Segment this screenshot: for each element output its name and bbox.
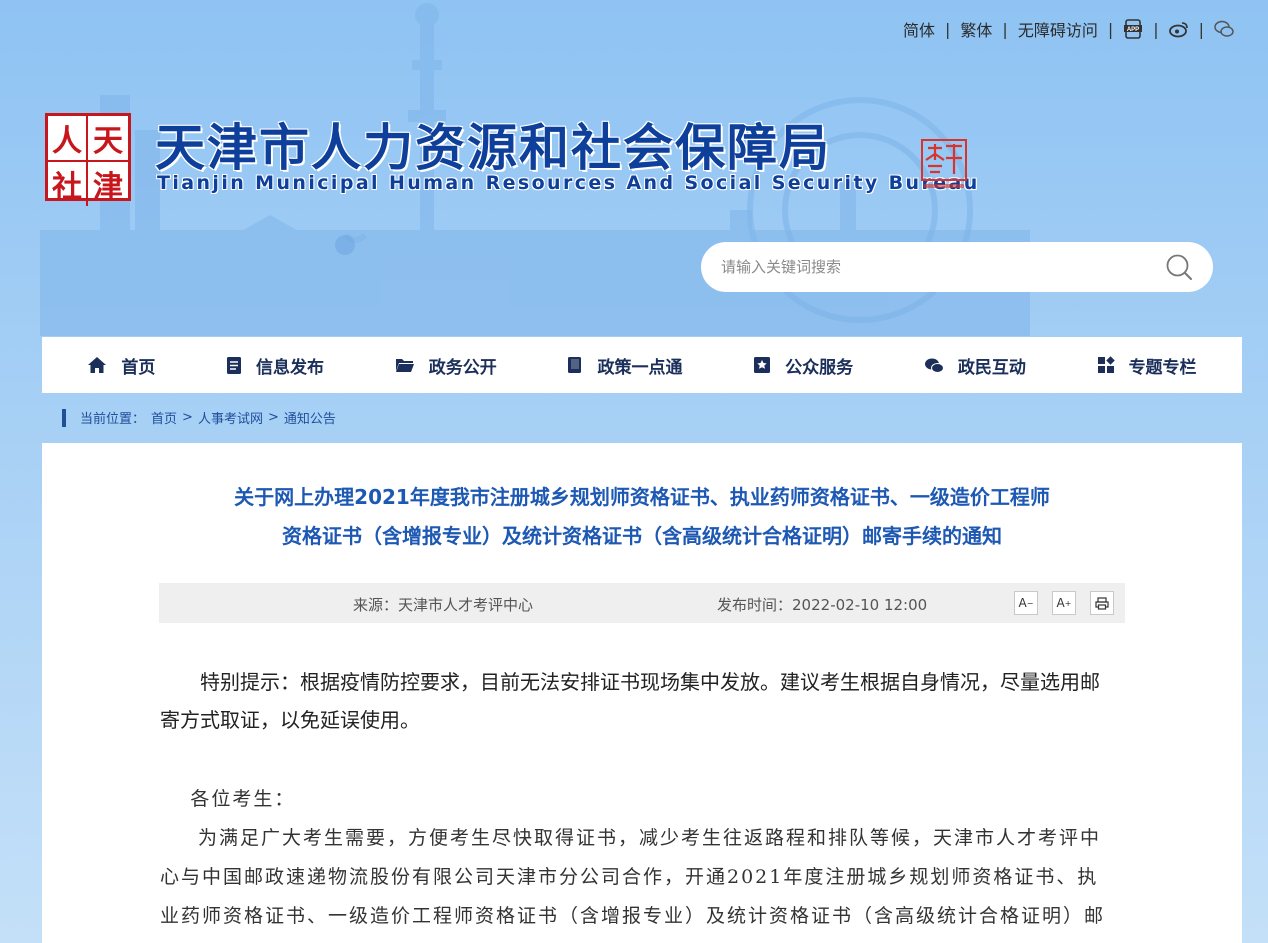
chat-icon xyxy=(924,358,944,373)
article-title-line: 关于网上办理2021年度我市注册城乡规划师资格证书、执业药师资格证书、一级造价工… xyxy=(234,485,1050,509)
print-button[interactable] xyxy=(1090,591,1114,615)
article-meta-bar: 来源：天津市人才考评中心 发布时间：2022-02-10 12:00 A − A + xyxy=(159,583,1125,623)
service-icon xyxy=(754,357,771,373)
font-increase-button[interactable]: A + xyxy=(1052,591,1076,615)
app-icon[interactable]: APP xyxy=(1123,19,1143,39)
greeting: 各位考生： xyxy=(190,788,296,810)
article-title: 关于网上办理2021年度我市注册城乡规划师资格证书、执业药师资格证书、一级造价工… xyxy=(42,478,1242,556)
nav-item-interaction[interactable]: 政民互动 xyxy=(924,353,1026,378)
time-value: 2022-02-10 12:00 xyxy=(792,596,928,614)
divider: | xyxy=(945,19,951,39)
nav-item-policy[interactable]: 政策一点通 xyxy=(567,353,682,378)
article-title-line: 资格证书（含增报专业）及统计资格证书（含高级统计合格证明）邮寄手续的通知 xyxy=(282,524,1002,548)
divider: | xyxy=(1002,19,1008,39)
logo-char: 社 xyxy=(48,162,88,206)
nav-label: 政策一点通 xyxy=(597,357,683,378)
source-label: 来源： xyxy=(353,596,399,614)
nav-label: 首页 xyxy=(121,357,156,378)
special-tip-paragraph: 特别提示：根据疫情防控要求，目前无法安排证书现场集中发放。建议考生根据自身情况，… xyxy=(160,670,1100,732)
folder-icon xyxy=(395,359,414,372)
breadcrumb-separator: > xyxy=(267,410,279,425)
divider: | xyxy=(1198,19,1204,39)
breadcrumb-link-home[interactable]: 首页 xyxy=(151,408,177,427)
article-container: 关于网上办理2021年度我市注册城乡规划师资格证书、执业药师资格证书、一级造价工… xyxy=(42,443,1242,943)
time-label: 发布时间： xyxy=(717,596,793,614)
grid-icon xyxy=(1097,356,1115,373)
search-icon[interactable] xyxy=(1165,253,1193,281)
accessibility-link[interactable]: 无障碍访问 xyxy=(1018,17,1098,41)
nav-item-special-topics[interactable]: 专题专栏 xyxy=(1097,353,1197,378)
logo-char: 津 xyxy=(93,170,123,205)
logo-seal: 人 天 社 津 xyxy=(45,113,131,206)
home-icon xyxy=(88,357,107,373)
nav-label: 公众服务 xyxy=(785,357,854,378)
body-paragraph: 为满足广大考生需要，方便考生尽快取得证书，减少考生往返路程和排队等候，天津市人才… xyxy=(160,827,1106,927)
article-body: 各位考生： 为满足广大考生需要，方便考生尽快取得证书，减少考生往返路程和排队等候… xyxy=(160,780,1110,943)
simplified-chinese-link[interactable]: 简体 xyxy=(903,17,935,41)
nav-label: 政民互动 xyxy=(957,357,1026,378)
print-icon xyxy=(1095,596,1109,610)
breadcrumb-marker xyxy=(62,408,66,427)
tianjin-stamp-icon xyxy=(920,138,968,192)
breadcrumb-link-notices[interactable]: 通知公告 xyxy=(284,408,336,427)
logo-char: 人 xyxy=(48,116,88,162)
site-subtitle: Tianjin Municipal Human Resources And So… xyxy=(157,172,980,194)
nav-item-public-service[interactable]: 公众服务 xyxy=(753,353,853,378)
main-nav: 首页 信息发布 政务公开 政策一点通 公众服务 政民互动 专题专栏 xyxy=(42,337,1242,393)
font-increase-label: A xyxy=(1056,596,1065,610)
site-title: 天津市人力资源和社会保障局 xyxy=(155,119,831,177)
article-publish-time: 发布时间：2022-02-10 12:00 xyxy=(717,594,927,615)
nav-item-info-release[interactable]: 信息发布 xyxy=(226,353,324,378)
search-input[interactable] xyxy=(721,258,1165,276)
font-decrease-button[interactable]: A − xyxy=(1014,591,1038,615)
wechat-icon[interactable] xyxy=(1214,19,1234,39)
search-bar xyxy=(701,242,1213,292)
traditional-chinese-link[interactable]: 繁体 xyxy=(960,17,992,41)
breadcrumb: 当前位置： 首页 > 人事考试网 > 通知公告 xyxy=(62,408,336,427)
logo-char: 天 xyxy=(88,116,128,162)
top-links-bar: 简体 | 繁体 | 无障碍访问 | APP | | xyxy=(903,17,1234,41)
book-icon xyxy=(568,357,582,373)
svg-text:APP: APP xyxy=(1127,27,1139,33)
breadcrumb-separator: > xyxy=(182,410,193,425)
divider: | xyxy=(1153,19,1159,39)
divider: | xyxy=(1107,19,1114,39)
info-icon xyxy=(227,356,242,374)
weibo-icon[interactable] xyxy=(1168,19,1189,39)
font-decrease-label: A xyxy=(1018,596,1027,610)
source-value: 天津市人才考评中心 xyxy=(398,596,534,614)
nav-label: 专题专栏 xyxy=(1128,357,1197,378)
article-source: 来源：天津市人才考评中心 xyxy=(353,594,533,615)
nav-item-government-affairs[interactable]: 政务公开 xyxy=(395,353,497,378)
nav-item-home[interactable]: 首页 xyxy=(87,353,155,378)
nav-label: 信息发布 xyxy=(256,357,325,378)
nav-label: 政务公开 xyxy=(428,357,497,378)
breadcrumb-prefix: 当前位置： xyxy=(80,412,146,427)
breadcrumb-link-exam[interactable]: 人事考试网 xyxy=(198,408,263,427)
